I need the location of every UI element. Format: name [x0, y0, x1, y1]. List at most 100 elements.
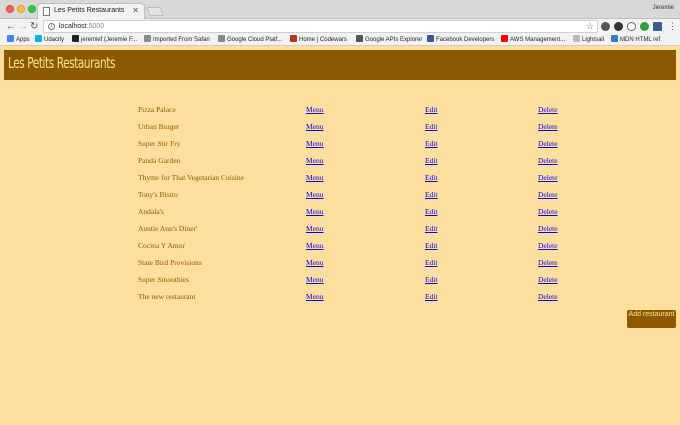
delete-link[interactable]: Delete [538, 275, 558, 285]
forward-arrow-icon[interactable]: → [18, 20, 28, 33]
menu-link[interactable]: Menu [306, 173, 324, 183]
delete-link[interactable]: Delete [538, 156, 558, 166]
facebook-icon [427, 35, 434, 42]
menu-link[interactable]: Menu [306, 122, 324, 132]
tab-close-icon[interactable]: ✕ [132, 6, 139, 15]
bookmark-item[interactable]: Apps [7, 35, 30, 45]
maximize-window-icon[interactable] [28, 5, 36, 13]
folder-icon [144, 35, 151, 42]
menu-link[interactable]: Menu [306, 241, 324, 251]
menu-link[interactable]: Menu [306, 190, 324, 200]
bookmark-item[interactable]: Facebook Developers [427, 35, 494, 45]
extension-icon[interactable] [653, 22, 662, 31]
bookmark-item[interactable]: Google APIs Explorer [356, 35, 422, 45]
bookmark-label: Udacity [44, 37, 65, 43]
restaurant-name: Urban Burger [138, 122, 180, 131]
restaurant-row: Andala's Menu Edit Delete [0, 207, 680, 224]
extension-icon[interactable] [614, 22, 623, 31]
back-arrow-icon[interactable]: ← [6, 20, 16, 33]
menu-link[interactable]: Menu [306, 156, 324, 166]
bookmark-label: AWS Management... [510, 37, 566, 43]
delete-link[interactable]: Delete [538, 139, 558, 149]
menu-link[interactable]: Menu [306, 139, 324, 149]
edit-link[interactable]: Edit [425, 122, 438, 132]
restaurant-name: Super Stir Fry [138, 139, 181, 148]
bookmark-label: Google Cloud Platf... [227, 37, 283, 43]
bookmark-item[interactable]: Home | Codewars [290, 35, 347, 45]
page-favicon-icon [43, 7, 50, 16]
extension-icon[interactable] [627, 22, 636, 31]
edit-link[interactable]: Edit [425, 156, 438, 166]
bookmark-item[interactable]: Udacity [35, 35, 64, 45]
menu-link[interactable]: Menu [306, 224, 324, 234]
address-bar[interactable]: i localhost:5000 ☆ [43, 20, 598, 33]
bookmark-label: Google APIs Explorer [365, 37, 423, 43]
minimize-window-icon[interactable] [17, 5, 25, 13]
edit-link[interactable]: Edit [425, 190, 438, 200]
menu-link[interactable]: Menu [306, 207, 324, 217]
menu-link[interactable]: Menu [306, 105, 324, 115]
apps-grid-icon [7, 35, 14, 42]
edit-link[interactable]: Edit [425, 139, 438, 149]
edit-link[interactable]: Edit [425, 207, 438, 217]
extension-icon[interactable] [601, 22, 610, 31]
restaurant-row: Super Smoothies Menu Edit Delete [0, 275, 680, 292]
restaurant-row: Thyme for That Vegetarian Cuisine Menu Edi… [0, 173, 680, 190]
restaurant-row: Urban Burger Menu Edit Delete [0, 122, 680, 139]
menu-link[interactable]: Menu [306, 258, 324, 268]
bookmark-item[interactable]: AWS Management... [501, 35, 565, 45]
profile-name[interactable]: Jeremie [653, 5, 674, 11]
reload-icon[interactable]: ↻ [30, 20, 38, 33]
menu-dots-icon[interactable]: ⋮ [668, 20, 677, 33]
restaurant-name: Auntie Ann's Diner' [138, 224, 198, 233]
edit-link[interactable]: Edit [425, 224, 438, 234]
browser-tab-bar: Les Petits Restaurants ✕ Jeremie [0, 0, 680, 19]
menu-link[interactable]: Menu [306, 292, 324, 302]
close-window-icon[interactable] [6, 5, 14, 13]
add-restaurant-button[interactable]: Add restaurant [627, 310, 676, 328]
edit-link[interactable]: Edit [425, 275, 438, 285]
page-header: Les Petits Restaurants [4, 50, 676, 80]
delete-link[interactable]: Delete [538, 224, 558, 234]
mdn-icon [611, 35, 618, 42]
edit-link[interactable]: Edit [425, 241, 438, 251]
edit-link[interactable]: Edit [425, 292, 438, 302]
delete-link[interactable]: Delete [538, 292, 558, 302]
address-url[interactable]: localhost:5000 [59, 22, 104, 32]
restaurant-row: Pizza Palace Menu Edit Delete [0, 105, 680, 122]
bookmark-label: Apps [16, 37, 30, 43]
restaurant-name: The new restaurant [138, 292, 196, 301]
bookmark-item[interactable]: Google Cloud Platf... [218, 35, 282, 45]
delete-link[interactable]: Delete [538, 241, 558, 251]
codewars-icon [290, 35, 297, 42]
info-icon[interactable]: i [48, 23, 55, 30]
bookmark-item[interactable]: MDN HTML ref [611, 35, 660, 45]
document-icon [573, 35, 580, 42]
edit-link[interactable]: Edit [425, 173, 438, 183]
bookmark-label: Home | Codewars [299, 37, 347, 43]
extension-icon[interactable] [640, 22, 649, 31]
bookmark-label: Lightsail [582, 37, 605, 43]
delete-link[interactable]: Delete [538, 207, 558, 217]
bookmark-item[interactable]: Lightsail [573, 35, 604, 45]
bookmark-item[interactable]: jeremief (Jeremie F... [72, 35, 137, 45]
edit-link[interactable]: Edit [425, 105, 438, 115]
bookmark-label: MDN HTML ref [620, 37, 661, 43]
bookmark-star-icon[interactable]: ☆ [586, 21, 594, 32]
delete-link[interactable]: Delete [538, 190, 558, 200]
bookmark-item[interactable]: Imported From Safari [144, 35, 210, 45]
delete-link[interactable]: Delete [538, 122, 558, 132]
menu-link[interactable]: Menu [306, 275, 324, 285]
delete-link[interactable]: Delete [538, 258, 558, 268]
new-tab-button[interactable] [146, 7, 164, 16]
delete-link[interactable]: Delete [538, 173, 558, 183]
restaurant-name: State Bird Provisions [138, 258, 202, 267]
restaurant-name: Cocina Y Amor [138, 241, 185, 250]
bookmark-label: Facebook Developers [436, 37, 495, 43]
restaurant-row: The new restaurant Menu Edit Delete [0, 292, 680, 309]
restaurant-name: Tony's Bistro [138, 190, 178, 199]
delete-link[interactable]: Delete [538, 105, 558, 115]
tab-title: Les Petits Restaurants [54, 7, 125, 14]
edit-link[interactable]: Edit [425, 258, 438, 268]
browser-tab[interactable]: Les Petits Restaurants ✕ [37, 3, 145, 19]
